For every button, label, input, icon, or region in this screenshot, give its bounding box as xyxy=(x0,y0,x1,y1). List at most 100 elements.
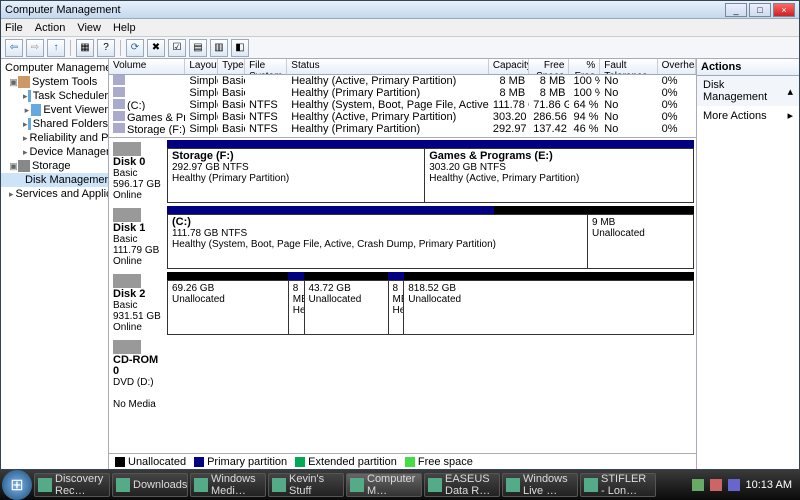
forward-button[interactable] xyxy=(26,39,44,57)
tools-icon xyxy=(18,76,30,88)
tool-button[interactable]: ✖ xyxy=(147,39,165,57)
help-button[interactable]: ? xyxy=(97,39,115,57)
tree-disk-management[interactable]: Disk Management xyxy=(1,173,108,187)
disk-label[interactable]: CD-ROM 0DVD (D:)No Media xyxy=(111,338,167,412)
partition[interactable]: 43.72 GBUnallocated xyxy=(305,281,389,334)
tray-icon[interactable] xyxy=(728,479,740,491)
partition[interactable]: 8 MBHealt! xyxy=(389,281,405,334)
volume-row[interactable]: Storage (F:)SimpleBasicNTFSHealthy (Prim… xyxy=(109,123,696,135)
disk-label[interactable]: Disk 2Basic931.51 GBOnline xyxy=(111,272,167,335)
tree-services[interactable]: ▸Services and Applications xyxy=(1,187,108,201)
col-filesystem[interactable]: File System xyxy=(245,59,287,74)
computer-management-window: Computer Management _ □ × File Action Vi… xyxy=(0,0,800,470)
separator xyxy=(70,40,71,56)
col-capacity[interactable]: Capacity xyxy=(489,59,529,74)
taskbar-button[interactable]: Windows Medi… xyxy=(190,473,266,497)
taskbar-button[interactable]: Windows Live … xyxy=(502,473,578,497)
minimize-button[interactable]: _ xyxy=(725,3,747,17)
col-fault[interactable]: Fault Tolerance xyxy=(600,59,657,74)
tree-item[interactable]: ▸Device Manager xyxy=(1,145,108,159)
taskbar-button[interactable]: Kevin's Stuff xyxy=(268,473,344,497)
disk-label[interactable]: Disk 1Basic111.79 GBOnline xyxy=(111,206,167,269)
disk-row[interactable]: CD-ROM 0DVD (D:)No Media xyxy=(111,338,694,412)
back-button[interactable] xyxy=(5,39,23,57)
navigation-tree[interactable]: Computer Management (Local ▣System Tools… xyxy=(1,59,109,469)
tool-button[interactable]: ▤ xyxy=(189,39,207,57)
tree-root[interactable]: Computer Management (Local xyxy=(1,61,108,75)
menu-file[interactable]: File xyxy=(5,22,23,34)
menu-help[interactable]: Help xyxy=(113,22,136,34)
volume-row[interactable]: SimpleBasicHealthy (Active, Primary Part… xyxy=(109,75,696,87)
titlebar[interactable]: Computer Management _ □ × xyxy=(1,1,799,19)
disk-label[interactable]: Disk 0Basic596.17 GBOnline xyxy=(111,140,167,203)
tree-item-icon xyxy=(28,90,31,102)
toolbar: ▦ ? ✖ ☑ ▤ ▥ ◧ xyxy=(1,37,799,59)
tree-item[interactable]: ▸Reliability and Perform xyxy=(1,131,108,145)
tool-button[interactable]: ▥ xyxy=(210,39,228,57)
partition[interactable]: 818.52 GBUnallocated xyxy=(404,281,693,334)
partition[interactable]: Storage (F:)292.97 GB NTFSHealthy (Prima… xyxy=(168,149,425,202)
col-layout[interactable]: Layout xyxy=(185,59,218,74)
system-tray[interactable]: 10:13 AM xyxy=(692,479,798,491)
chevron-right-icon: ▸ xyxy=(787,109,793,122)
app-icon xyxy=(194,478,208,492)
taskbar[interactable]: Discovery Rec…DownloadsWindows Medi…Kevi… xyxy=(0,470,800,500)
volume-icon xyxy=(113,111,125,121)
menu-action[interactable]: Action xyxy=(35,22,66,34)
disk-management-pane: Volume Layout Type File System Status Ca… xyxy=(109,59,697,469)
col-type[interactable]: Type xyxy=(218,59,245,74)
tree-storage[interactable]: ▣Storage xyxy=(1,159,108,173)
menu-view[interactable]: View xyxy=(77,22,101,34)
clock[interactable]: 10:13 AM xyxy=(746,479,792,491)
close-button[interactable]: × xyxy=(773,3,795,17)
actions-more[interactable]: More Actions▸ xyxy=(697,106,799,125)
disk-graphical-view[interactable]: Disk 0Basic596.17 GBOnlineStorage (F:)29… xyxy=(109,137,696,453)
disk-row[interactable]: Disk 1Basic111.79 GBOnline(C:)111.78 GB … xyxy=(111,206,694,269)
disk-icon xyxy=(113,142,141,156)
taskbar-button[interactable]: Downloads xyxy=(112,473,188,497)
disk-icon xyxy=(113,208,141,222)
taskbar-button[interactable]: Computer M… xyxy=(346,473,422,497)
taskbar-button[interactable]: STIFLER - Lon… xyxy=(580,473,656,497)
tree-item[interactable]: ▸Task Scheduler xyxy=(1,89,108,103)
refresh-button[interactable] xyxy=(126,39,144,57)
tray-icon[interactable] xyxy=(692,479,704,491)
actions-pane: Actions Disk Management▴ More Actions▸ xyxy=(697,59,799,469)
actions-disk-management[interactable]: Disk Management▴ xyxy=(697,76,799,106)
start-button[interactable] xyxy=(2,470,32,500)
app-icon xyxy=(506,478,520,492)
tool-button[interactable]: ☑ xyxy=(168,39,186,57)
col-volume[interactable]: Volume xyxy=(109,59,185,74)
taskbar-button[interactable]: EASEUS Data R… xyxy=(424,473,500,497)
disk-row[interactable]: Disk 0Basic596.17 GBOnlineStorage (F:)29… xyxy=(111,140,694,203)
chevron-up-icon: ▴ xyxy=(787,85,793,98)
col-pctfree[interactable]: % Free xyxy=(569,59,600,74)
volume-icon xyxy=(113,99,125,109)
partition[interactable]: 69.26 GBUnallocated xyxy=(168,281,289,334)
volume-list-header[interactable]: Volume Layout Type File System Status Ca… xyxy=(109,59,696,75)
volume-row[interactable]: SimpleBasicHealthy (Primary Partition)8 … xyxy=(109,87,696,99)
volume-row[interactable]: (C:)SimpleBasicNTFSHealthy (System, Boot… xyxy=(109,99,696,111)
partition[interactable]: (C:)111.78 GB NTFSHealthy (System, Boot,… xyxy=(168,215,588,268)
col-status[interactable]: Status xyxy=(287,59,489,74)
partition[interactable]: 9 MBUnallocated xyxy=(588,215,693,268)
taskbar-button[interactable]: Discovery Rec… xyxy=(34,473,110,497)
partition[interactable]: Games & Programs (E:)303.20 GB NTFSHealt… xyxy=(425,149,693,202)
tree-item[interactable]: ▸Event Viewer xyxy=(1,103,108,117)
tree-system-tools[interactable]: ▣System Tools xyxy=(1,75,108,89)
volume-row[interactable]: Games & Programs (E:)SimpleBasicNTFSHeal… xyxy=(109,111,696,123)
properties-button[interactable]: ▦ xyxy=(76,39,94,57)
col-overhead[interactable]: Overhead xyxy=(658,59,696,74)
app-icon xyxy=(428,478,442,492)
tray-icon[interactable] xyxy=(710,479,722,491)
partition[interactable]: 8 MBHealt! xyxy=(289,281,305,334)
tool-button[interactable]: ◧ xyxy=(231,39,249,57)
maximize-button[interactable]: □ xyxy=(749,3,771,17)
volume-list[interactable]: SimpleBasicHealthy (Active, Primary Part… xyxy=(109,75,696,137)
disk-icon xyxy=(113,340,141,354)
up-button[interactable] xyxy=(47,39,65,57)
col-freespace[interactable]: Free Space xyxy=(529,59,569,74)
tree-item[interactable]: ▸Shared Folders xyxy=(1,117,108,131)
app-icon xyxy=(272,478,286,492)
disk-row[interactable]: Disk 2Basic931.51 GBOnline69.26 GBUnallo… xyxy=(111,272,694,335)
